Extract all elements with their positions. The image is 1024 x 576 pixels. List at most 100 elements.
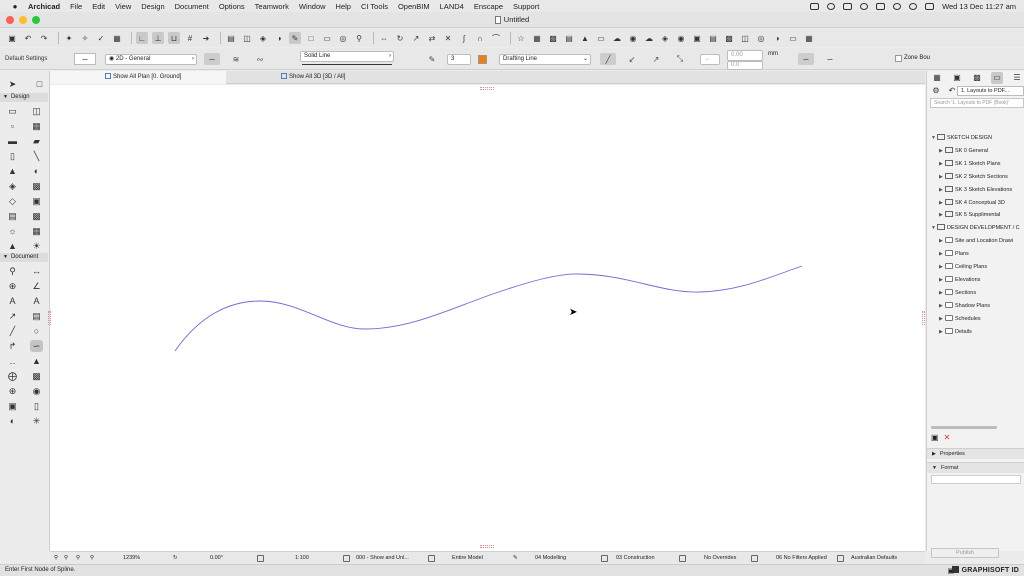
tree-book-row[interactable]: ▼ SKETCH DESIGN: [931, 133, 1023, 144]
section-view-icon[interactable]: ▩: [547, 32, 559, 44]
arrow-icon[interactable]: ➜: [200, 32, 212, 44]
publish-button[interactable]: Publish: [931, 548, 999, 558]
fillet-icon[interactable]: ⌒: [490, 32, 502, 44]
layers-icon[interactable]: ◈: [257, 32, 269, 44]
adjust-icon[interactable]: ∫: [458, 32, 470, 44]
mesh-tool-icon[interactable]: ▩: [30, 210, 43, 222]
pen-color-swatch[interactable]: [478, 55, 487, 64]
spline-edit-button[interactable]: ∽: [822, 53, 838, 65]
circle-tool-icon[interactable]: ○: [30, 325, 43, 337]
hotspot-tool-icon[interactable]: ‥: [6, 355, 19, 367]
drawing-canvas[interactable]: ➤: [48, 85, 925, 551]
settings-icon[interactable]: ⚙: [930, 85, 942, 97]
plugin-icon[interactable]: ◈: [659, 32, 671, 44]
morph-tool-icon[interactable]: ◇: [6, 195, 19, 207]
line-tool-icon[interactable]: ╱: [6, 325, 19, 337]
wifi-icon[interactable]: [893, 2, 902, 10]
interior-elevation-tool-icon[interactable]: ◉: [30, 385, 43, 397]
menu-ci-tools[interactable]: CI Tools: [361, 2, 388, 11]
apple-icon[interactable]: ●: [10, 2, 20, 11]
group-icon[interactable]: ▤: [225, 32, 237, 44]
tree-item-row[interactable]: ▶ Elevations: [939, 275, 1023, 286]
menu-extra-icon[interactable]: [860, 2, 869, 10]
stair-tool-icon[interactable]: ▯: [6, 150, 19, 162]
door-tool-icon[interactable]: ◫: [30, 105, 43, 117]
pick-up-icon[interactable]: ✓: [95, 32, 107, 44]
curtain-wall-tool-icon[interactable]: ▩: [30, 180, 43, 192]
menu-document[interactable]: Document: [175, 2, 209, 11]
layer-icon[interactable]: ▦: [111, 32, 123, 44]
line-type-combo[interactable]: Solid Line ›: [300, 51, 394, 62]
polyline-tool-icon[interactable]: ↱: [6, 340, 19, 352]
railing-tool-icon[interactable]: ╲: [30, 150, 43, 162]
teamwork-icon[interactable]: ◉: [627, 32, 639, 44]
plugin-icon[interactable]: ▣: [691, 32, 703, 44]
undo-icon[interactable]: ↶: [22, 32, 34, 44]
graphisoft-id[interactable]: GRAPHISOFT ID: [951, 566, 1019, 574]
pen-number-field[interactable]: 3: [447, 54, 471, 65]
menu-support[interactable]: Support: [513, 2, 539, 11]
angle-dimension-tool-icon[interactable]: ∠: [30, 280, 43, 292]
layout-book-icon[interactable]: ▩: [971, 72, 983, 84]
menu-extra-icon[interactable]: [843, 2, 853, 10]
line-arrow-start-button[interactable]: ↙: [624, 53, 640, 65]
spline-natural-button[interactable]: ∾: [252, 53, 268, 65]
splitter-handle-left[interactable]: [48, 311, 51, 325]
label-tool-icon[interactable]: ↗: [6, 310, 19, 322]
splitter-handle-top[interactable]: [480, 87, 494, 90]
navigator-icon[interactable]: ◎: [337, 32, 349, 44]
radial-dimension-tool-icon[interactable]: ⊕: [6, 280, 19, 292]
wall-tool-icon[interactable]: ▭: [6, 105, 19, 117]
delete-icon[interactable]: ✕: [944, 433, 951, 442]
new-folder-icon[interactable]: ▣: [931, 433, 939, 442]
tree-item-row[interactable]: ▶ Ceiling Plans: [939, 262, 1023, 273]
elevation-tool-icon[interactable]: ⊕: [6, 385, 19, 397]
beam-tool-icon[interactable]: ▬: [6, 135, 19, 147]
grid-icon[interactable]: #: [184, 32, 196, 44]
navigator-scrollbar[interactable]: [931, 426, 997, 429]
worksheet-tool-icon[interactable]: ▣: [6, 400, 19, 412]
lamp-tool-icon[interactable]: ☼: [6, 225, 19, 237]
arrow-size-field[interactable]: 0.00: [727, 50, 763, 61]
navigator-menu-icon[interactable]: ☰: [1011, 72, 1023, 84]
window-tool-icon[interactable]: ▫: [6, 120, 19, 132]
object-tool-icon[interactable]: ▣: [30, 195, 43, 207]
navigator-search-input[interactable]: Search '1. Layouts to PDF (Book)': [930, 98, 1024, 108]
inject-icon[interactable]: ✧: [79, 32, 91, 44]
spline-mode-button[interactable]: ∽: [798, 53, 814, 65]
tree-item-row[interactable]: ▶ SK 3 Sketch Elevations: [939, 185, 1023, 196]
tree-book-row[interactable]: ▼ DESIGN DEVELOPMENT / C: [931, 223, 1023, 234]
publisher-sets-icon[interactable]: ▭: [991, 71, 1003, 84]
clock[interactable]: Wed 13 Dec 11:27 am: [942, 2, 1016, 11]
menu-land4[interactable]: LAND4: [440, 2, 464, 11]
search-icon[interactable]: [909, 2, 918, 10]
splitter-handle-bottom[interactable]: [480, 545, 494, 548]
tree-item-row[interactable]: ▶ SK 2 Sketch Sections: [939, 172, 1023, 183]
shell-tool-icon[interactable]: ◐: [30, 165, 43, 177]
menu-openbim[interactable]: OpenBIM: [398, 2, 430, 11]
redo-icon[interactable]: ↷: [38, 32, 50, 44]
tree-item-row[interactable]: ▶ Schedules: [939, 314, 1023, 325]
menu-file[interactable]: File: [70, 2, 82, 11]
splitter-handle-right[interactable]: [922, 311, 925, 325]
window-icon[interactable]: ▭: [321, 32, 333, 44]
layout-icon[interactable]: ▭: [595, 32, 607, 44]
toolbox-section-design[interactable]: ▼ Design: [0, 93, 48, 102]
tree-item-row[interactable]: ▶ Details: [939, 327, 1023, 338]
tree-item-row[interactable]: ▶ Plans: [939, 249, 1023, 260]
change-tool-icon[interactable]: ◐: [6, 415, 19, 427]
menu-window[interactable]: Window: [299, 2, 326, 11]
geometry-method-button[interactable]: ∽: [74, 53, 96, 65]
plugin-icon[interactable]: ▦: [803, 32, 815, 44]
snap-guide-icon[interactable]: ⊥: [152, 32, 164, 44]
suspend-groups-icon[interactable]: ◫: [241, 32, 253, 44]
marquee-icon[interactable]: □: [305, 32, 317, 44]
3d-view-icon[interactable]: ▲: [579, 32, 591, 44]
tree-item-row[interactable]: ▶ Site and Location Drawi: [939, 236, 1023, 247]
dimension-tool-icon[interactable]: ⚲: [6, 265, 19, 277]
publish-icon[interactable]: ☁: [611, 32, 623, 44]
menu-design[interactable]: Design: [141, 2, 164, 11]
layer-combo[interactable]: Drafting Line ⌄: [499, 54, 591, 65]
text-tool-icon[interactable]: A: [6, 295, 19, 307]
star-icon[interactable]: ☆: [515, 32, 527, 44]
